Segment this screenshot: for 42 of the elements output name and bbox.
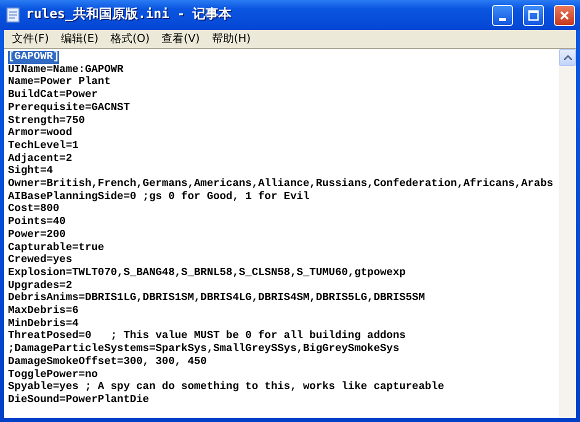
minimize-button[interactable] (492, 4, 513, 26)
text-line: Cost=800 (8, 203, 60, 216)
text-line: Explosion=TWLT070,S_BANG48,S_BRNL58,S_CLSN58,S_TUMU60,gtpowexp (8, 266, 406, 280)
text-line: DebrisAnims=DBRIS1LG,DBRIS1SM,DBRIS4LG,DBRIS4SM,DBRIS5LG,DBRIS5SM (8, 292, 425, 305)
text-line: Prerequisite=GACNST (8, 102, 130, 115)
scrollbar[interactable] (559, 49, 576, 418)
text-line: Owner=British,French,Germans,Americans,Alliance,Russians,Confederation,Africans,Arabs (8, 178, 554, 191)
maximize-icon (528, 10, 539, 20)
close-icon (559, 10, 570, 20)
text-line: Capturable=true (8, 242, 104, 254)
text-line: Power=200 (8, 228, 66, 242)
text-line: Crewed=yes (8, 254, 72, 267)
minimize-icon (499, 18, 506, 20)
text-line: Strength=750 (8, 114, 85, 127)
text-line: TechLevel=1 (8, 140, 79, 153)
scroll-up-button[interactable] (559, 49, 576, 66)
text-line: Name=Power Plant (8, 76, 111, 89)
text-line: Armor=wood (8, 127, 72, 140)
menu-item[interactable]: 文件(F) (6, 31, 55, 47)
text-line: MinDebris=4 (8, 318, 79, 330)
menu-item[interactable]: 编辑(E) (54, 31, 104, 47)
maximize-button[interactable] (523, 4, 544, 26)
text-line: Upgrades=2 (8, 280, 72, 292)
text-line: Points=40 (8, 216, 66, 229)
text-line: ;DamageParticleSystems=SparkSys,SmallGreySSys,BigGreySmokeSys (8, 343, 400, 356)
text-line: Adjacent=2 (8, 152, 72, 165)
close-button[interactable] (554, 4, 575, 26)
text-line: AIBasePlanningSide=0 ;gs 0 for Good, 1 for Evil (8, 190, 310, 204)
window-title: rules_共和国原版.ini - 记事本 (26, 6, 232, 24)
text-line: DamageSmokeOffset=300, 300, 450 (8, 356, 207, 369)
text-line: Sight=4 (8, 165, 53, 178)
text-line: MaxDebris=6 (8, 305, 79, 318)
menu-item[interactable]: 格式(O) (104, 31, 156, 47)
text-line: BuildCat=Power (8, 89, 98, 102)
text-line: Spyable=yes ; A spy can do something to this, works like captureable (8, 381, 444, 394)
text-line: TogglePower=no (8, 368, 98, 381)
text-line: ThreatPosed=0 ; This value MUST be 0 for all building addons (8, 330, 406, 343)
menu-item[interactable]: 帮助(H) (206, 31, 257, 47)
menu-item[interactable]: 查看(V) (156, 31, 206, 47)
text-line: DieSound=PowerPlantDie (8, 394, 150, 407)
text-line: UIName=Name:GAPOWR (8, 64, 124, 76)
notepad-icon (6, 7, 20, 23)
